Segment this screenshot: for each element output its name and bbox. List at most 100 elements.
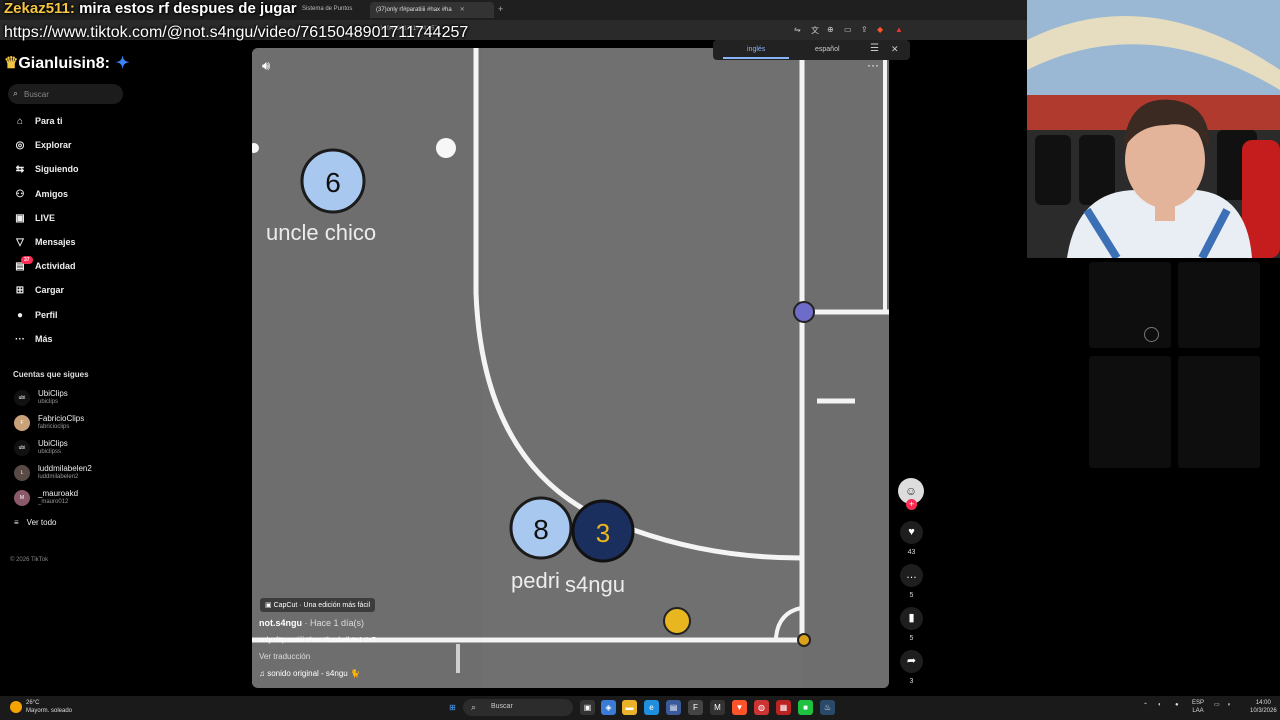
thumbnail-tile[interactable] [1089,356,1171,468]
streamer-overlay: ♛Gianluisin8: ✦ [4,53,129,73]
nav-label: Amigos [35,189,69,199]
account-name: UbiClips [38,439,68,448]
nav-actividad[interactable]: ▤ 37 Actividad [12,256,132,279]
music-note-icon: ♫ [259,669,268,678]
tab-tiktok-video[interactable]: (37)only rf#paratiiii #hax #ha ✕ [370,2,494,18]
volume-tray-icon[interactable]: ◖ [1227,701,1231,709]
sound-link[interactable]: ♫ sonido original - s4ngu 🐈 [259,669,360,678]
clock[interactable]: 14:00 10/3/2026 [1250,699,1277,715]
like-button[interactable]: ♥ [900,521,923,544]
loading-icon [1144,327,1159,342]
app-icon[interactable]: ◍ [754,700,769,715]
language-indicator[interactable]: ESP LAA [1192,699,1204,715]
nav-explorar[interactable]: ◎ Explorar [12,140,132,158]
chat-username: Zekaz511: [4,0,75,17]
streamer-name: Gianluisin8: [18,55,110,72]
close-tab-icon[interactable]: ✕ [460,7,465,13]
comment-icon: … [906,569,917,581]
translate-link[interactable]: Ver traducción [259,652,310,661]
app-icon[interactable]: ■ [798,700,813,715]
volume-icon[interactable]: 🔊︎ [262,58,270,74]
share-count: 3 [909,678,914,685]
reader-icon[interactable]: ⇋ [794,25,801,34]
share-icon[interactable]: ⇪ [861,25,868,34]
nav-label: Mensajes [35,237,76,247]
like-count: 43 [907,549,916,556]
player-3-number: 3 [596,518,610,548]
heart-icon: ♥ [908,526,915,538]
nav-label: Actividad [35,261,76,271]
more-options-icon[interactable]: ··· [867,58,879,72]
search-input[interactable]: ⌕ Buscar [8,84,123,104]
webcam-scene [1027,0,1280,258]
goal-post [793,301,815,323]
chat-overlay-url: https://www.tiktok.com/@not.s4ngu/video/… [4,24,469,41]
player-6-number: 6 [325,167,341,198]
player-name-uncle-chico: uncle chico [266,220,377,245]
app-icon[interactable]: ▦ [776,700,791,715]
nav-siguiendo[interactable]: ⇆ Siguiendo [12,164,132,182]
search-icon: ⌕ [13,88,19,98]
zoom-icon[interactable]: ⊕ [827,25,834,34]
webcam-feed [1027,0,1280,258]
account-name: UbiClips [38,389,68,398]
rewards-icon[interactable]: ▲ [895,25,903,34]
thumbnail-tile[interactable] [1178,356,1260,468]
network-icon[interactable]: ▭ [1214,701,1220,709]
app-icon[interactable]: ▤ [666,700,681,715]
tab-sistema-puntos[interactable]: Sistema de Puntos [296,2,366,18]
thumbnail-tile[interactable] [1089,262,1171,348]
video-author[interactable]: not.s4ngu · Hace 1 día(s) [259,618,364,628]
translate-icon[interactable]: 文 [811,25,819,36]
brave-icon[interactable]: ▼ [732,700,747,715]
nav-cargar[interactable]: ⊞ Cargar [12,285,132,303]
translate-lang-source[interactable]: inglés [747,46,765,53]
account-handle: _mauro012 [38,499,69,505]
yellow-disc [663,607,691,635]
new-tab-icon[interactable]: + [498,4,503,14]
save-button[interactable]: ▮ [900,607,923,630]
upload-icon: ⊞ [15,285,25,296]
edge-icon[interactable]: e [644,700,659,715]
avatar-icon: ☺ [904,484,918,498]
nav-perfil[interactable]: ● Perfil [12,310,132,328]
widgets-icon[interactable]: ◈ [601,700,616,715]
start-icon[interactable]: ⊞ [445,700,460,715]
file-explorer-icon[interactable]: ▬ [622,700,637,715]
tray-chevron-icon[interactable]: ⌃ [1143,702,1148,710]
nav-para-ti[interactable]: ⌂ Para ti [12,116,132,134]
share-button[interactable]: ➦ [900,650,923,673]
cast-icon[interactable]: ▭ [844,25,852,34]
brave-shield-icon[interactable]: ◆ [877,25,883,34]
tray-app-icon[interactable]: ◐ [1158,701,1162,709]
compass-icon: ◎ [15,140,25,151]
weather-widget[interactable]: 26°C Mayorm. soleado [10,699,72,715]
app-icon[interactable]: F [688,700,703,715]
app-icon[interactable]: M [710,700,725,715]
tab-label: (37)only rf#paratiiii #hax #ha [376,7,452,13]
nav-live[interactable]: ▣ LIVE [12,213,132,231]
mic-icon[interactable]: ● [1175,701,1179,709]
taskbar-search[interactable]: ⌕ Buscar [463,699,573,716]
nav-mas[interactable]: ··· Más [12,334,132,352]
nav-mensajes[interactable]: ▽ Mensajes [12,237,132,255]
close-icon[interactable]: ✕ [891,44,899,55]
capcut-tag[interactable]: ▣ CapCut · Una edición más fácil [260,598,376,612]
clock-time: 14:00 [1255,700,1271,706]
steam-icon[interactable]: ♨ [820,700,835,715]
nav-amigos[interactable]: ⚇ Amigos [12,189,132,207]
list-icon: ≡ [14,518,19,527]
follow-plus-icon[interactable]: + [906,499,917,510]
player-name-pedri: pedri [511,568,560,593]
thumbnail-tile[interactable] [1178,262,1260,348]
search-placeholder: Buscar [24,90,49,99]
lang-code: ESP [1192,700,1205,706]
translate-lang-target[interactable]: español [815,46,840,53]
nav-label: Explorar [35,140,72,150]
task-view-icon[interactable]: ▣ [580,700,595,715]
menu-icon[interactable]: ☰ [870,43,879,54]
see-all-link[interactable]: ≡ Ver todo [14,518,56,527]
crown-icon: ♛ [4,55,19,72]
video-player[interactable]: 6 8 3 uncle chico pedri s4ngu 🔊︎ ··· ▣ C… [252,48,889,688]
comment-button[interactable]: … [900,564,923,587]
